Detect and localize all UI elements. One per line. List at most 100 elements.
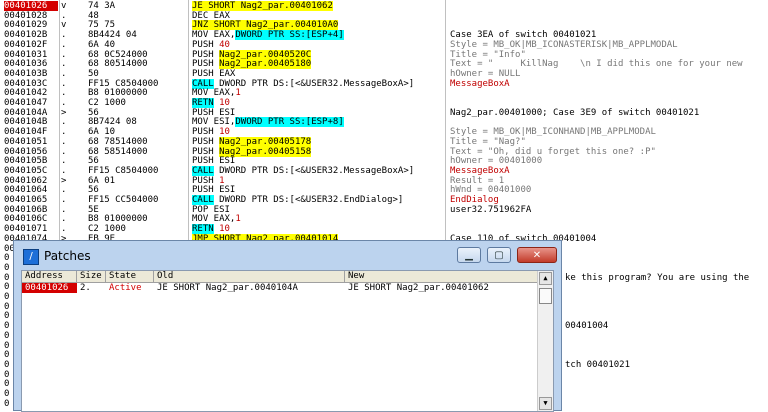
disasm-row[interactable]: 00401042. B8 01000000 MOV EAX,1 bbox=[0, 88, 768, 98]
jump-marker: . bbox=[61, 98, 67, 108]
disasm-address: 0040106B bbox=[4, 204, 48, 215]
disasm-instruction: PUSH Nag2_par.00405180 bbox=[192, 59, 442, 70]
disasm-row[interactable]: 00401029 v 75 75 JNZ SHORT Nag2_par.004010A… bbox=[0, 20, 768, 31]
disasm-row[interactable]: 00401064. 56 PUSH ESI hWnd = 00401000 bbox=[0, 185, 768, 195]
instruction-token: PUSH bbox=[192, 175, 220, 186]
disasm-row[interactable]: 0040104A >56 PUSH ESI Nag2_par.00401000; Ca… bbox=[0, 108, 768, 118]
disasm-address: 0040105C bbox=[4, 165, 48, 176]
instruction-token: MOV EAX, bbox=[192, 214, 236, 225]
scroll-up-arrow-icon[interactable]: ▲ bbox=[539, 272, 552, 285]
scroll-down-arrow-icon[interactable]: ▼ bbox=[539, 397, 552, 410]
disasm-address: 00401062 bbox=[4, 175, 48, 186]
disasm-row[interactable]: 0040102B. 8B4424 04 MOV EAX,DWORD PTR SS:[… bbox=[0, 30, 768, 41]
instruction-token: CALL bbox=[192, 78, 214, 89]
column-header-size[interactable]: Size bbox=[77, 271, 106, 282]
close-button[interactable]: ✕ bbox=[517, 247, 557, 263]
minimize-button[interactable]: ▁ bbox=[457, 247, 481, 263]
disasm-row[interactable]: 00401051. 68 78514000 PUSH Nag2_par.004051… bbox=[0, 136, 768, 147]
jump-marker: . bbox=[61, 49, 67, 60]
disasm-hex-bytes: 68 80514000 bbox=[88, 59, 148, 70]
disasm-comment bbox=[450, 98, 768, 108]
instruction-token: PUSH ESI bbox=[192, 185, 236, 196]
jump-marker: . bbox=[61, 127, 67, 138]
disasm-address: 00401031 bbox=[4, 49, 48, 60]
disasm-row[interactable]: 00401056. 68 58514000 PUSH Nag2_par.004051… bbox=[0, 146, 768, 157]
disasm-hex-bytes: 6A 10 bbox=[88, 127, 116, 138]
disasm-hex-bytes: 68 0C524000 bbox=[88, 49, 148, 60]
disasm-row[interactable]: 00401047. C2 1000 RETN 10 bbox=[0, 98, 768, 108]
disasm-comment: Result = 1 bbox=[450, 175, 505, 186]
disasm-hex-bytes: B8 01000000 bbox=[88, 214, 148, 225]
instruction-token: PUSH bbox=[192, 127, 220, 138]
instruction-token: PUSH bbox=[192, 59, 220, 70]
disasm-comment: Case 3EA of switch 00401021 bbox=[450, 30, 597, 41]
disasm-row[interactable]: 0040104F. 6A 10 PUSH 10 Style = MB_OK|MB_IC… bbox=[0, 127, 768, 137]
patches-window[interactable]: / Patches ▁ ▢ ✕ Address Size State Old N… bbox=[13, 240, 562, 412]
scroll-thumb[interactable] bbox=[539, 288, 552, 304]
column-header-new[interactable]: New bbox=[345, 271, 539, 282]
disasm-hex-bytes: 56 bbox=[88, 156, 99, 167]
column-header-old[interactable]: Old bbox=[154, 271, 345, 282]
disasm-comment: hOwner = 00401000 bbox=[450, 156, 543, 167]
instruction-token: MOV EAX, bbox=[192, 88, 236, 99]
jump-marker: . bbox=[61, 59, 67, 70]
instruction-token: JNZ SHORT Nag2_par.004010A0 bbox=[192, 20, 339, 31]
disasm-row[interactable]: 00401071. C2 1000 RETN 10 bbox=[0, 224, 768, 235]
instruction-token: DWORD PTR SS:[ESP+4] bbox=[235, 30, 344, 41]
instruction-token: PUSH bbox=[192, 49, 220, 60]
disasm-row[interactable]: 0040105B. 56 PUSH ESI hOwner = 00401000 bbox=[0, 156, 768, 166]
disasm-instruction: POP ESI bbox=[192, 205, 442, 215]
disasm-comment: 00401004 bbox=[565, 321, 609, 332]
jump-marker: . bbox=[61, 214, 67, 225]
instruction-token: DWORD PTR DS:[<&USER32.EndDialog>] bbox=[213, 195, 404, 205]
disasm-row[interactable]: 00401065. FF15 CC504000 CALL DWORD PTR DS:… bbox=[0, 195, 768, 205]
jump-marker: . bbox=[61, 156, 67, 167]
patches-list[interactable]: Address Size State Old New 00401026 2. A… bbox=[21, 270, 554, 412]
column-header-address[interactable]: Address bbox=[22, 271, 77, 282]
disasm-comment: Title = "Info" bbox=[450, 49, 526, 60]
patch-address: 00401026 bbox=[22, 283, 77, 293]
jump-marker: . bbox=[61, 204, 67, 215]
disasm-comment: user32.751962FA bbox=[450, 204, 532, 215]
disasm-address: 0040104A bbox=[4, 107, 48, 118]
disasm-instruction: PUSH ESI bbox=[192, 185, 442, 195]
jump-marker: . bbox=[61, 117, 67, 128]
disasm-row[interactable]: 00401028. 48 DEC EAX bbox=[0, 11, 768, 21]
disasm-address: 00401071 bbox=[4, 224, 48, 235]
disasm-comment: ke this program? You are using the bbox=[565, 272, 750, 283]
jump-marker: . bbox=[61, 185, 67, 196]
disasm-row[interactable]: 0040102F. 6A 40 PUSH 40 Style = MB_OK|MB_IC… bbox=[0, 40, 768, 50]
jump-marker: . bbox=[61, 30, 67, 41]
disasm-instruction: MOV EAX,DWORD PTR SS:[ESP+4] bbox=[192, 30, 442, 41]
disasm-row[interactable]: 0040106B. 5E POP ESI user32.751962FA bbox=[0, 205, 768, 215]
instruction-token: 1 bbox=[219, 175, 225, 186]
disasm-comment: EndDialog bbox=[450, 195, 499, 205]
instruction-token: PUSH bbox=[192, 39, 220, 50]
disasm-address: 00401047 bbox=[4, 98, 48, 108]
maximize-button[interactable]: ▢ bbox=[487, 247, 511, 263]
disasm-row[interactable]: 00401062 >6A 01 PUSH 1 Result = 1 bbox=[0, 176, 768, 186]
patch-icon: / bbox=[23, 249, 39, 265]
disasm-hex-bytes: 48 bbox=[88, 10, 99, 21]
disasm-row[interactable]: 0040106C. B8 01000000 MOV EAX,1 bbox=[0, 214, 768, 224]
disasm-row[interactable]: 0040105C. FF15 C8504000 CALL DWORD PTR DS:… bbox=[0, 165, 768, 176]
disasm-instruction: DEC EAX bbox=[192, 11, 442, 21]
patches-title-bar[interactable]: / Patches ▁ ▢ ✕ bbox=[14, 241, 561, 271]
disasm-row[interactable]: 00401031. 68 0C524000 PUSH Nag2_par.004052… bbox=[0, 49, 768, 60]
disasm-row[interactable]: 00401036. 68 80514000 PUSH Nag2_par.004051… bbox=[0, 59, 768, 70]
disasm-hex-bytes: 68 78514000 bbox=[88, 136, 148, 147]
disasm-instruction: RETN 10 bbox=[192, 224, 442, 235]
disasm-row[interactable]: 0040104B. 8B7424 08 MOV ESI,DWORD PTR SS:[… bbox=[0, 117, 768, 128]
instruction-token: DWORD PTR DS:[<&USER32.MessageBoxA>] bbox=[213, 165, 415, 176]
disasm-hex-bytes: 56 bbox=[88, 107, 99, 118]
column-header-state[interactable]: State bbox=[106, 271, 154, 282]
disasm-instruction: CALL DWORD PTR DS:[<&USER32.MessageBoxA>… bbox=[192, 165, 442, 176]
vertical-scrollbar[interactable]: ▲ ▼ bbox=[537, 271, 553, 411]
disasm-row[interactable]: 0040103B. 50 PUSH EAX hOwner = NULL bbox=[0, 69, 768, 79]
disasm-address: 00401042 bbox=[4, 88, 48, 99]
disasm-row[interactable]: 0040103C. FF15 C8504000 CALL DWORD PTR DS:… bbox=[0, 78, 768, 89]
instruction-token: CALL bbox=[192, 165, 214, 176]
disasm-instruction: MOV ESI,DWORD PTR SS:[ESP+8] bbox=[192, 117, 442, 128]
disasm-row[interactable]: 00401026 v 74 3A JE SHORT Nag2_par.00401062 bbox=[0, 1, 768, 11]
table-row[interactable]: 00401026 2. Active JE SHORT Nag2_par.004… bbox=[22, 283, 539, 293]
